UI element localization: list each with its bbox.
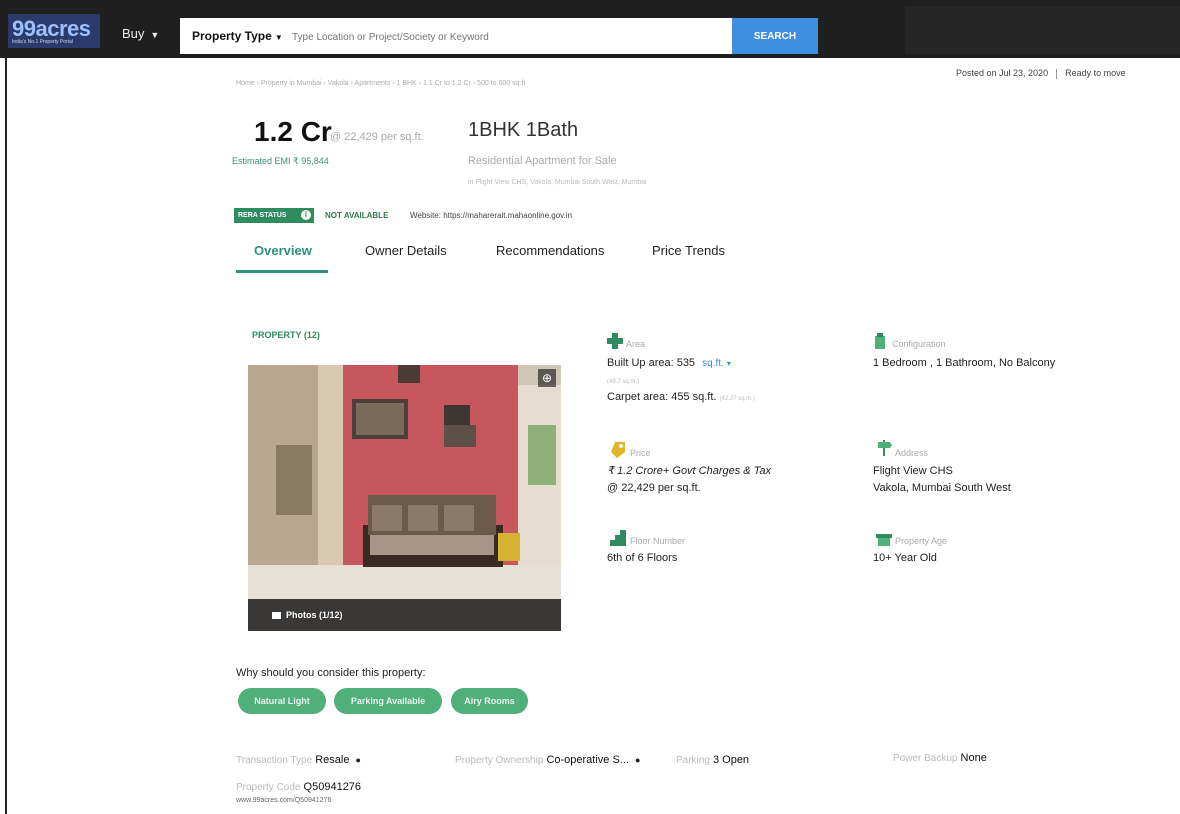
built-up-area-value: Built Up area: 535 xyxy=(607,357,696,369)
rera-badge-label: RERA STATUS xyxy=(238,212,287,219)
highlight-airy-rooms: Airy Rooms xyxy=(451,688,528,714)
posting-info: Posted on Jul 23, 2020 Ready to move xyxy=(956,68,1126,79)
address-signpost-icon xyxy=(876,440,892,456)
room-photo-illustration xyxy=(248,365,561,631)
header-right-area xyxy=(905,6,1180,54)
tab-owner-details[interactable]: Owner Details xyxy=(365,243,447,258)
price: 1.2 Cr xyxy=(254,116,332,147)
divider xyxy=(1056,68,1058,79)
price-detail-line2: @ 22,429 per sq.ft. xyxy=(607,482,701,494)
tab-price-trends[interactable]: Price Trends xyxy=(652,243,725,258)
chevron-down-icon[interactable]: ▾ xyxy=(727,359,731,368)
estimated-emi-link[interactable]: Estimated EMI ₹ 95,844 xyxy=(232,156,329,167)
carpet-area-value: Carpet area: 455 sq.ft. xyxy=(607,391,717,403)
built-up-area: Built Up area: 535 sq.ft. ▾ xyxy=(607,355,731,372)
photo-caption-bar[interactable]: Photos (1/12) xyxy=(248,599,561,631)
chevron-down-icon: ▼ xyxy=(274,33,283,42)
property-type-dropdown[interactable]: Property Type ▼ xyxy=(192,29,283,43)
address-line2: Vakola, Mumbai South West xyxy=(873,482,1011,494)
price-per-sqft: @ 22,429 per sq.ft. xyxy=(330,131,424,143)
ownership-value: Co-operative S... xyxy=(546,754,629,766)
breadcrumb[interactable]: Home › Property in Mumbai › Vakola › Apa… xyxy=(236,80,525,87)
property-code-value: Q50941276 xyxy=(303,781,362,793)
area-label: Area xyxy=(626,339,646,349)
ownership-label: Property Ownership xyxy=(455,755,544,766)
photo-count: Photos (1/12) xyxy=(286,610,343,620)
property-code-url[interactable]: www.99acres.com/Q50941276 xyxy=(236,797,331,804)
address-label: Address xyxy=(895,448,929,458)
logo-tagline: India's No.1 Property Portal xyxy=(12,39,73,45)
search-input[interactable] xyxy=(290,26,724,48)
buy-dropdown[interactable]: Buy ▼ xyxy=(122,26,159,41)
power-backup: Power Backup None xyxy=(893,752,987,764)
unit-selector[interactable]: sq.ft. xyxy=(702,358,724,369)
property-age-label: Property Age xyxy=(895,536,948,546)
chevron-down-icon: ▼ xyxy=(150,30,160,40)
price-tag-icon xyxy=(611,442,627,458)
property-photo[interactable]: ⊕ Photos (1/12) xyxy=(248,365,561,631)
property-type-text: Residential Apartment for Sale xyxy=(468,155,617,167)
property-code-label: Property Code xyxy=(236,782,301,793)
address-line1: Flight View CHS xyxy=(873,465,953,477)
rera-status-badge[interactable]: RERA STATUS i xyxy=(234,208,314,223)
property-code: Property Code Q50941276 xyxy=(236,781,361,793)
info-icon: i xyxy=(301,210,311,220)
posted-date: Posted on Jul 23, 2020 xyxy=(956,68,1049,78)
price-detail-line1: ₹ 1.2 Crore+ Govt Charges & Tax xyxy=(607,465,772,477)
area-icon xyxy=(607,333,623,349)
why-consider-heading: Why should you consider this property: xyxy=(236,667,426,679)
property-photos-label: PROPERTY (12) xyxy=(252,330,320,340)
carpet-area-sqm: (42.27 sq.m.) xyxy=(719,396,755,402)
transaction-type-value: Resale xyxy=(315,754,350,766)
parking-value: 3 Open xyxy=(712,754,750,766)
power-backup-label: Power Backup xyxy=(893,753,958,764)
tab-recommendations[interactable]: Recommendations xyxy=(496,243,604,258)
info-icon[interactable]: ● xyxy=(635,755,640,765)
possession-status: Ready to move xyxy=(1065,68,1126,78)
property-title: 1BHK 1Bath xyxy=(468,119,579,141)
power-backup-value: None xyxy=(960,752,987,764)
search-button[interactable]: SEARCH xyxy=(732,18,818,54)
highlight-parking-available: Parking Available xyxy=(334,688,442,714)
property-type-label: Property Type xyxy=(192,29,272,43)
location-line: in Flight View CHS, Vakola, Mumbai South… xyxy=(468,179,647,186)
configuration-label: Configuration xyxy=(892,339,946,349)
rera-status-value: NOT AVAILABLE xyxy=(325,211,389,220)
property-age-value: 10+ Year Old xyxy=(873,552,937,564)
carpet-area: Carpet area: 455 sq.ft. (42.27 sq.m.) xyxy=(607,389,755,408)
property-age-icon xyxy=(876,530,892,546)
floor-label: Floor Number xyxy=(630,536,686,546)
property-ownership: Property Ownership Co-operative S... ● xyxy=(455,754,640,766)
buy-label: Buy xyxy=(122,26,145,41)
search-bar: Property Type▼ SEARCH xyxy=(180,18,818,54)
left-border xyxy=(5,58,7,814)
transaction-type-label: Transaction Type xyxy=(236,755,313,766)
parking-label: Parking xyxy=(676,755,710,766)
zoom-icon[interactable]: ⊕ xyxy=(538,369,556,387)
top-navigation-bar: 99acres India's No.1 Property Portal Buy… xyxy=(0,0,1180,58)
highlight-natural-light: Natural Light xyxy=(238,688,326,714)
camera-icon xyxy=(272,612,281,619)
price-label: Price xyxy=(630,448,651,458)
tab-overview[interactable]: Overview xyxy=(254,243,312,258)
floor-icon xyxy=(610,530,626,546)
info-icon[interactable]: ● xyxy=(355,755,360,765)
transaction-type: Transaction Type Resale ● xyxy=(236,754,361,766)
floor-value: 6th of 6 Floors xyxy=(607,552,678,564)
active-tab-indicator xyxy=(236,270,328,273)
configuration-value: 1 Bedroom , 1 Bathroom, No Balcony xyxy=(873,357,1056,369)
rera-website[interactable]: Website: https://maharerait.mahaonline.g… xyxy=(410,211,572,220)
parking: Parking 3 Open xyxy=(676,754,749,766)
configuration-icon xyxy=(873,333,889,349)
site-logo[interactable]: 99acres India's No.1 Property Portal xyxy=(8,14,100,48)
